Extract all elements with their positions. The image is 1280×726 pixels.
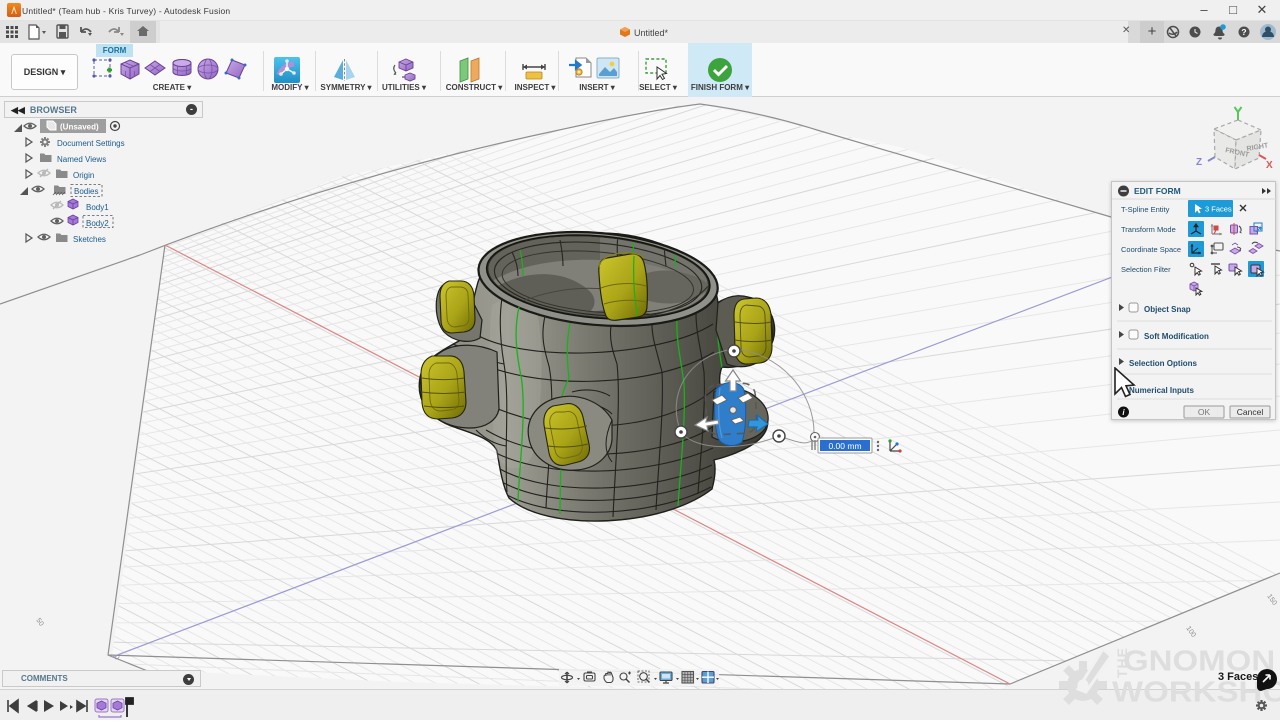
svg-text:Soft Modification: Soft Modification [1144,332,1209,341]
svg-text:Document Settings: Document Settings [57,139,125,148]
svg-text:CREATE ▾: CREATE ▾ [153,83,193,92]
svg-text:SELECT ▾: SELECT ▾ [639,83,678,92]
svg-text:Named Views: Named Views [57,155,106,164]
svg-text:Object Snap: Object Snap [1144,305,1191,314]
svg-text:Body1: Body1 [86,203,109,212]
svg-text:EDIT FORM: EDIT FORM [1134,186,1181,196]
svg-text:Selection Filter: Selection Filter [1121,265,1171,274]
svg-text:Transform Mode: Transform Mode [1121,225,1176,234]
svg-text:T-Spline Entity: T-Spline Entity [1121,205,1170,214]
svg-text:0.00 mm: 0.00 mm [828,441,861,451]
svg-text:X: X [1266,160,1273,171]
svg-text:SYMMETRY ▾: SYMMETRY ▾ [320,83,372,92]
svg-text:?: ? [1241,27,1246,37]
svg-text:OK: OK [1198,407,1211,417]
svg-text:INSERT ▾: INSERT ▾ [579,83,616,92]
svg-text:Coordinate Space: Coordinate Space [1121,245,1181,254]
svg-text:INSPECT ▾: INSPECT ▾ [515,83,557,92]
svg-text:(Unsaved): (Unsaved) [60,123,99,132]
svg-text:FINISH FORM ▾: FINISH FORM ▾ [691,83,750,92]
svg-text:3 Faces: 3 Faces [1205,205,1232,214]
svg-text:Body2: Body2 [86,219,109,228]
svg-text:CONSTRUCT ▾: CONSTRUCT ▾ [446,83,503,92]
svg-text:UTILITIES ▾: UTILITIES ▾ [382,83,427,92]
svg-text:Cancel: Cancel [1237,407,1264,417]
svg-text:Bodies: Bodies [74,187,98,196]
svg-text:Origin: Origin [73,171,94,180]
svg-text:Z: Z [1196,157,1202,168]
svg-text:Sketches: Sketches [73,235,106,244]
svg-text:MODIFY ▾: MODIFY ▾ [271,83,309,92]
